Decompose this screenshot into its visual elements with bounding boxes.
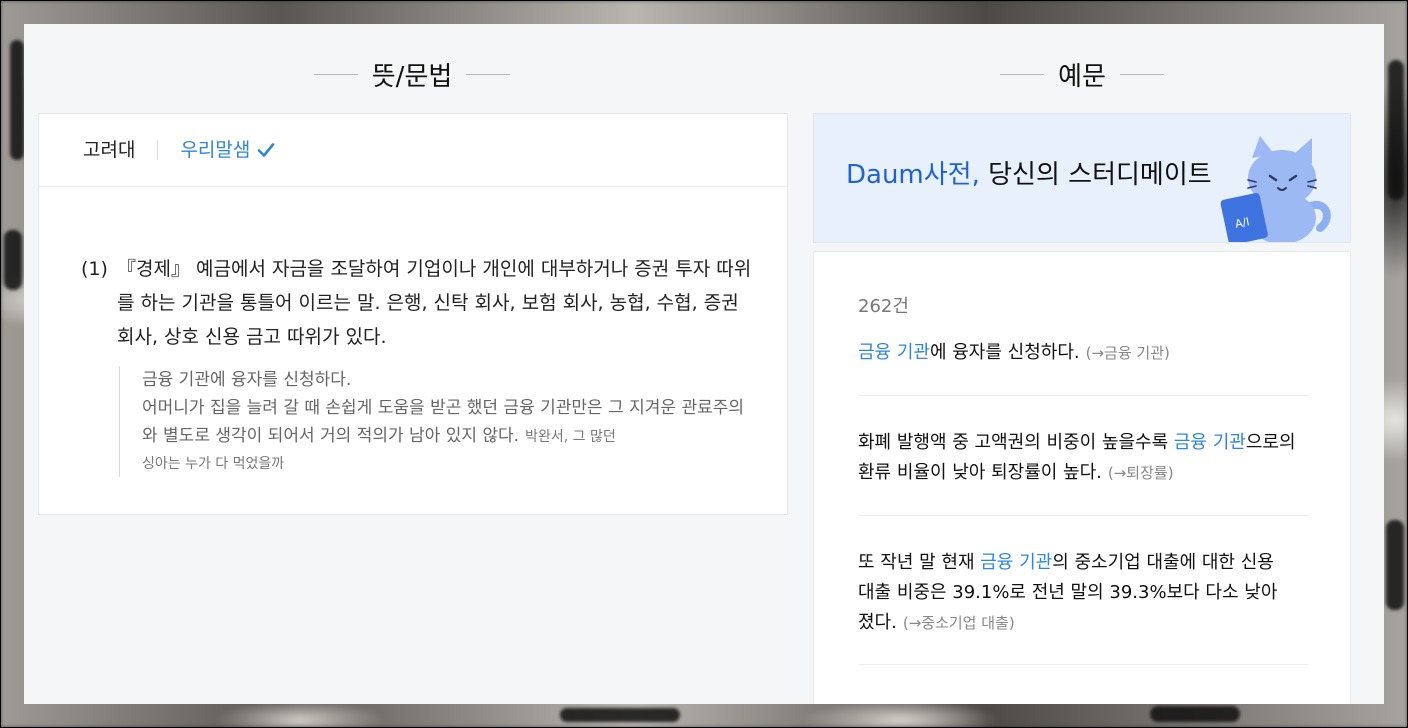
example-reference-link[interactable]: (→금융 기관) <box>1086 344 1170 362</box>
definition-examples: 금융 기관에 융자를 신청하다. 어머니가 집을 늘려 갈 때 손쉽게 도움을 … <box>119 366 752 477</box>
example-source: 박완서, 그 많던 <box>525 429 616 445</box>
background-stroke <box>1388 60 1404 200</box>
definition-number: (1) <box>81 258 108 280</box>
examples-section-title: 예문 <box>1058 61 1106 92</box>
banner-slogan: 당신의 스터디메이트 <box>979 160 1212 190</box>
definition-text: 『경제』 예금에서 자금을 조달하여 기업이나 개인에 대부하거나 증권 투자 … <box>117 258 752 348</box>
cat-mascot-icon: A/I <box>1220 136 1331 242</box>
divider-line <box>313 73 358 75</box>
example-count: 262건 <box>858 296 909 317</box>
promo-banner[interactable]: Daum사전, 당신의 스터디메이트 A/I <box>813 113 1351 243</box>
divider-line <box>466 73 511 75</box>
background-stroke <box>560 708 680 722</box>
meaning-section-title: 뜻/문법 <box>371 61 453 92</box>
source-tabs: 고려대 우리말샘 <box>39 114 787 187</box>
example-divider <box>858 395 1308 396</box>
meaning-section-header: 뜻/문법 <box>312 54 512 94</box>
example-keyword-link[interactable]: 금융 기관 <box>980 552 1052 573</box>
example-text: 화폐 발행액 중 고액권의 비중이 높을수록 <box>858 432 1174 453</box>
tab-korea-univ[interactable]: 고려대 <box>39 139 157 161</box>
example-divider <box>858 515 1308 516</box>
example-item: 금융 기관에 융자를 신청하다. (→금융 기관) <box>858 338 1308 368</box>
definition-item: (1) 『경제』 예금에서 자금을 조달하여 기업이나 개인에 대부하거나 증권… <box>81 252 761 354</box>
divider-line <box>1000 73 1045 75</box>
definition-example: 금융 기관에 융자를 신청하다. <box>142 370 352 390</box>
example-keyword-link[interactable]: 금융 기관 <box>858 342 930 363</box>
banner-brand: Daum사전, <box>846 160 980 190</box>
example-keyword-link[interactable]: 금융 기관 <box>1174 432 1246 453</box>
example-text: 어머니가 집을 늘려 갈 때 손쉽게 도움을 받곤 했던 금융 기관만은 그 지… <box>142 398 745 446</box>
examples-section-header: 예문 <box>982 54 1182 94</box>
tab-urimalsaem[interactable]: 우리말샘 <box>158 139 298 161</box>
tab-urimalsaem-label: 우리말샘 <box>180 139 251 161</box>
background-stroke <box>4 230 22 290</box>
example-text: 또 작년 말 현재 <box>858 552 981 573</box>
example-reference-link[interactable]: (→중소기업 대출) <box>903 614 1015 632</box>
banner-text: Daum사전, 당신의 스터디메이트 <box>846 154 1212 191</box>
example-item: 또 작년 말 현재 금융 기관의 중소기업 대출에 대한 신용 대출 비중은 3… <box>858 548 1288 638</box>
example-reference-link[interactable]: (→퇴장률) <box>1108 464 1174 482</box>
example-source: 싱아는 누가 다 먹었을까 <box>142 456 285 472</box>
check-icon <box>258 143 275 157</box>
definition-example: 어머니가 집을 늘려 갈 때 손쉽게 도움을 받곤 했던 금융 기관만은 그 지… <box>142 394 752 477</box>
example-text: 에 융자를 신청하다. <box>929 342 1080 363</box>
meaning-card: 고려대 우리말샘 (1) 『경제』 예금에서 자금을 조달하여 기업이나 개인에… <box>38 113 788 515</box>
background-stroke <box>1150 706 1240 722</box>
divider-line <box>1119 73 1164 75</box>
background-stroke <box>10 40 24 160</box>
examples-card: 262건 금융 기관에 융자를 신청하다. (→금융 기관) 화폐 발행액 중 고… <box>813 251 1351 704</box>
background-stroke <box>1386 520 1404 610</box>
example-item: 화폐 발행액 중 고액권의 비중이 높을수록 금융 기관으로의 환류 비율이 낮… <box>858 428 1308 488</box>
example-divider <box>858 664 1308 665</box>
dictionary-panel: 뜻/문법 고려대 우리말샘 (1) 『경제』 예금에서 자금을 조달하여 기업이… <box>24 24 1384 704</box>
